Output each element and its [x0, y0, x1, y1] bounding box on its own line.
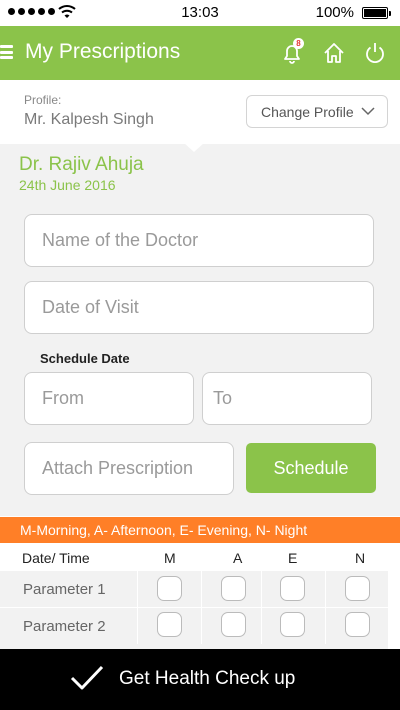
- notification-badge: 8: [293, 38, 304, 49]
- night-checkbox[interactable]: [345, 576, 370, 601]
- from-date-field[interactable]: From: [24, 372, 194, 425]
- power-icon: [366, 43, 384, 64]
- app-header: My Prescriptions 8: [0, 26, 400, 80]
- profile-pointer: [184, 143, 204, 152]
- home-icon: [324, 43, 344, 63]
- notification-button[interactable]: 8: [280, 38, 304, 65]
- header-afternoon: A: [233, 550, 243, 566]
- schedule-button[interactable]: Schedule: [246, 443, 376, 493]
- profile-caption: Profile:: [24, 93, 62, 107]
- health-checkup-button[interactable]: Get Health Check up: [0, 649, 400, 710]
- afternoon-checkbox[interactable]: [221, 576, 246, 601]
- change-profile-label: Change Profile: [261, 103, 354, 120]
- logout-button[interactable]: [363, 41, 387, 65]
- to-date-field[interactable]: To: [202, 372, 372, 425]
- parameter-label: Parameter 2: [23, 618, 106, 635]
- afternoon-checkbox[interactable]: [221, 612, 246, 637]
- battery-icon: [362, 7, 391, 19]
- menu-icon[interactable]: [0, 45, 13, 59]
- header-morning: M: [164, 550, 176, 566]
- checkmark-icon: [70, 665, 104, 690]
- chevron-down-icon: [361, 107, 375, 116]
- attach-prescription-field[interactable]: Attach Prescription: [24, 442, 234, 495]
- evening-checkbox[interactable]: [280, 612, 305, 637]
- morning-checkbox[interactable]: [157, 612, 182, 637]
- header-evening: E: [288, 550, 298, 566]
- doctor-name-field[interactable]: Name of the Doctor: [24, 214, 374, 267]
- health-checkup-label: Get Health Check up: [119, 668, 296, 689]
- night-checkbox[interactable]: [345, 612, 370, 637]
- home-button[interactable]: [322, 41, 346, 65]
- doctor-name: Dr. Rajiv Ahuja: [19, 154, 144, 175]
- profile-name: Mr. Kalpesh Singh: [24, 111, 154, 128]
- header-night: N: [355, 550, 366, 566]
- battery-percent: 100%: [315, 4, 354, 21]
- evening-checkbox[interactable]: [280, 576, 305, 601]
- status-bar: 13:03 100%: [0, 0, 400, 26]
- profile-bar: Profile: Mr. Kalpesh Singh Change Profil…: [0, 80, 400, 144]
- change-profile-dropdown[interactable]: Change Profile: [246, 95, 388, 128]
- visit-date-field[interactable]: Date of Visit: [24, 281, 374, 334]
- table-header: Date/ Time M A E N: [0, 543, 400, 571]
- parameter-label: Parameter 1: [23, 581, 106, 598]
- page-title: My Prescriptions: [25, 40, 181, 63]
- legend-bar: M-Morning, A- Afternoon, E- Evening, N- …: [0, 517, 400, 543]
- prescription-date: 24th June 2016: [19, 177, 116, 193]
- schedule-date-label: Schedule Date: [40, 351, 130, 366]
- table-row: Parameter 2: [0, 608, 388, 644]
- header-date-time: Date/ Time: [22, 550, 90, 566]
- morning-checkbox[interactable]: [157, 576, 182, 601]
- table-row: Parameter 1: [0, 571, 388, 607]
